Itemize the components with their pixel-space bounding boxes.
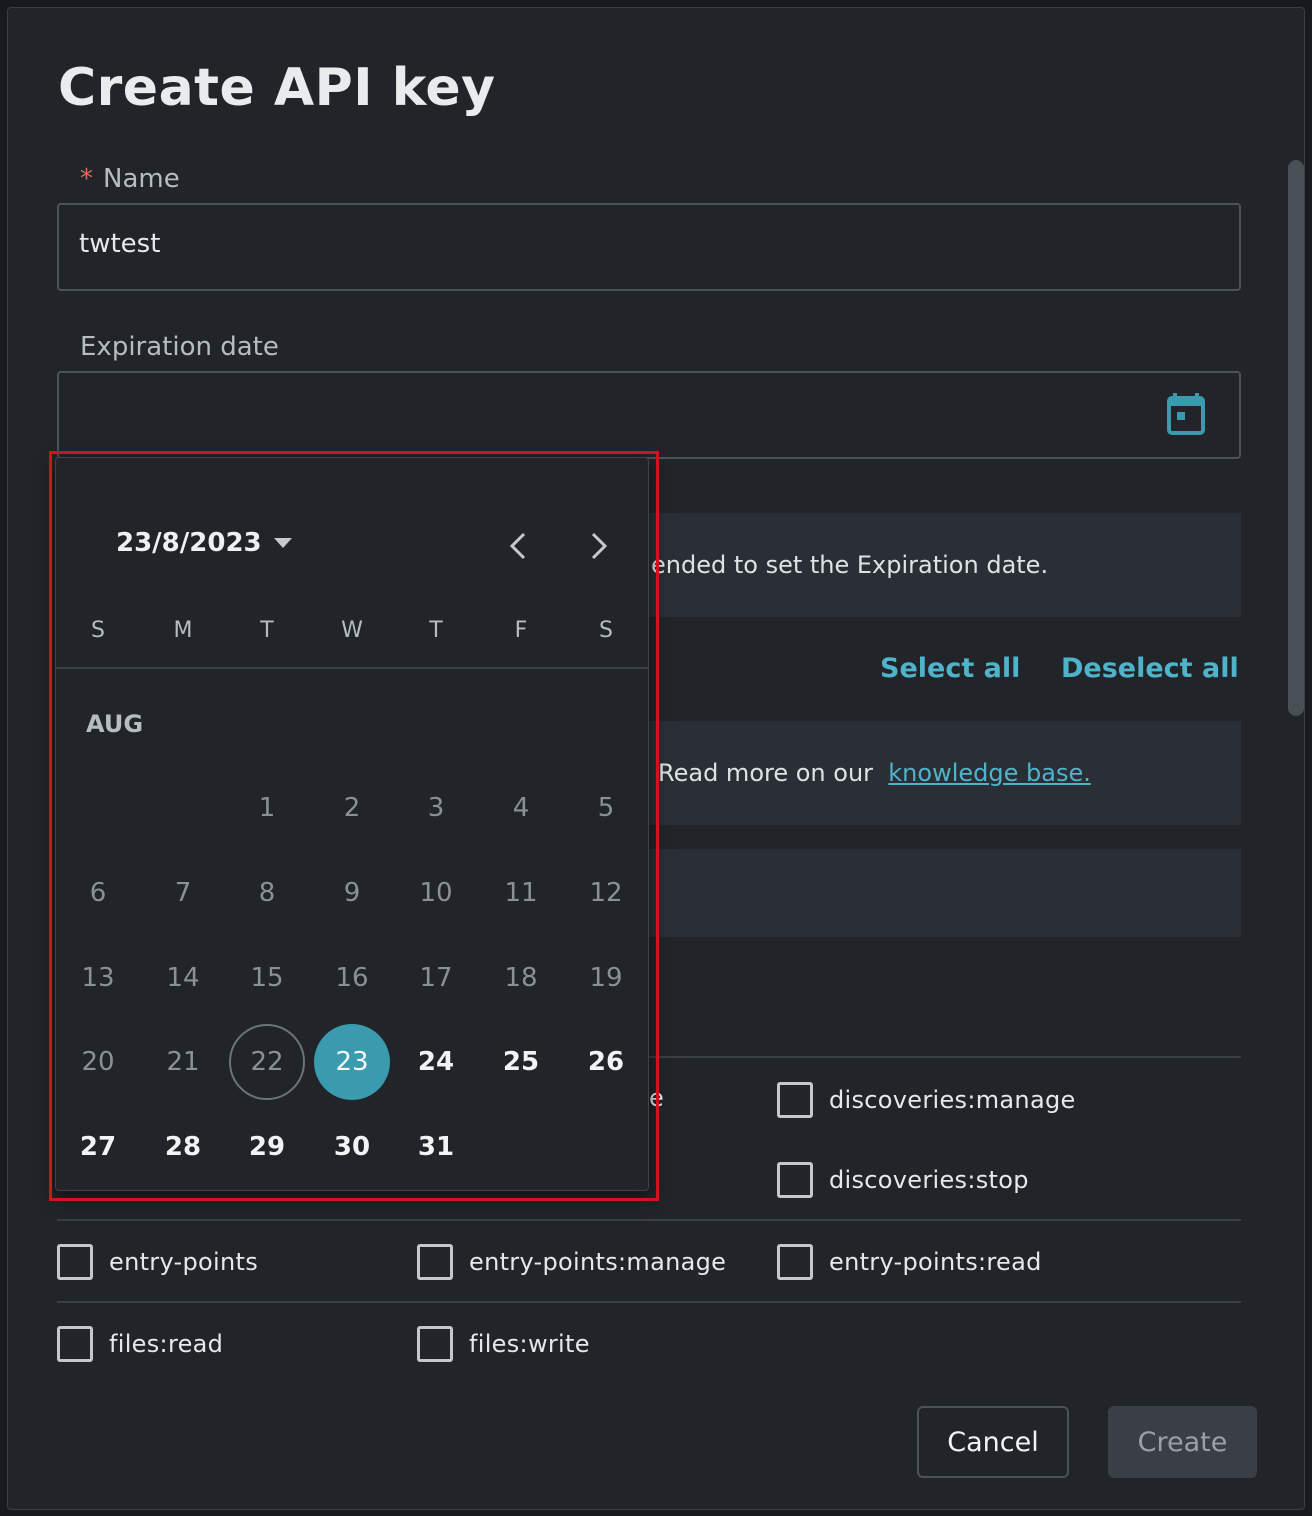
current-date[interactable]: 23/8/2023 — [116, 528, 262, 558]
day-cell[interactable]: 11 — [483, 855, 559, 931]
divider — [57, 1301, 1241, 1303]
day-cell[interactable]: 20 — [60, 1024, 136, 1100]
weekday-label: F — [514, 618, 528, 643]
permission-entry-points[interactable]: entry-points — [57, 1244, 258, 1280]
next-month-button[interactable] — [579, 528, 619, 564]
day-cell[interactable]: 29 — [229, 1109, 305, 1185]
day-cell[interactable]: 22 — [229, 1024, 305, 1100]
name-input-value: twtest — [79, 229, 161, 259]
required-mark: * — [80, 164, 93, 194]
checkbox[interactable] — [57, 1326, 93, 1362]
cancel-button[interactable]: Cancel — [917, 1406, 1069, 1478]
info-panel — [648, 849, 1241, 937]
permission-discoveries-manage[interactable]: discoveries:manage — [777, 1082, 1076, 1118]
chevron-right-icon[interactable] — [589, 530, 609, 562]
day-cell[interactable]: 1 — [229, 770, 305, 846]
month-label: AUG — [86, 710, 144, 738]
divider — [57, 1219, 1241, 1221]
permission-entry-points-manage[interactable]: entry-points:manage — [417, 1244, 726, 1280]
divider — [56, 667, 648, 669]
kb-text: Read more on our knowledge base. — [658, 759, 1091, 787]
weekday-label: T — [260, 618, 274, 643]
deselect-all-button[interactable]: Deselect all — [1061, 653, 1239, 684]
checkbox[interactable] — [777, 1244, 813, 1280]
checkbox[interactable] — [57, 1244, 93, 1280]
day-cell[interactable]: 18 — [483, 940, 559, 1016]
day-cell[interactable]: 2 — [314, 770, 390, 846]
create-button[interactable]: Create — [1108, 1406, 1257, 1478]
name-label: * Name — [80, 164, 180, 194]
expiration-notice: ended to set the Expiration date. — [648, 513, 1241, 617]
notice-text: ended to set the Expiration date. — [651, 551, 1049, 579]
weekday-label: S — [599, 618, 613, 643]
day-cell[interactable]: 4 — [483, 770, 559, 846]
knowledge-base-notice: Read more on our knowledge base. — [648, 721, 1241, 825]
chevron-left-icon[interactable] — [508, 530, 528, 562]
day-cell[interactable]: 24 — [398, 1024, 474, 1100]
day-cell[interactable]: 21 — [145, 1024, 221, 1100]
day-cell[interactable]: 15 — [229, 940, 305, 1016]
scrollbar[interactable] — [1288, 160, 1304, 716]
select-all-button[interactable]: Select all — [880, 653, 1020, 684]
day-cell[interactable]: 12 — [568, 855, 644, 931]
knowledge-base-link[interactable]: knowledge base. — [888, 759, 1091, 787]
permission-discoveries-stop[interactable]: discoveries:stop — [777, 1162, 1029, 1198]
day-cell[interactable]: 28 — [145, 1109, 221, 1185]
day-cell[interactable]: 8 — [229, 855, 305, 931]
checkbox[interactable] — [777, 1082, 813, 1118]
permission-files-write[interactable]: files:write — [417, 1326, 590, 1362]
permission-files-read[interactable]: files:read — [57, 1326, 223, 1362]
day-cell[interactable]: 26 — [568, 1024, 644, 1100]
checkbox[interactable] — [777, 1162, 813, 1198]
day-cell[interactable]: 14 — [145, 940, 221, 1016]
permission-label-partial: e — [649, 1084, 665, 1112]
day-cell[interactable]: 10 — [398, 855, 474, 931]
day-cell[interactable]: 9 — [314, 855, 390, 931]
date-picker-popup: 23/8/2023 SMTWTFS AUG 1 2 3 4 5 6 7 8 9 10 11 12 13 1… — [55, 457, 649, 1191]
day-cell[interactable]: 19 — [568, 940, 644, 1016]
day-cell[interactable]: 17 — [398, 940, 474, 1016]
checkbox[interactable] — [417, 1326, 453, 1362]
expiration-date-label: Expiration date — [80, 332, 279, 362]
previous-month-button[interactable] — [498, 528, 538, 564]
day-cell[interactable]: 27 — [60, 1109, 136, 1185]
day-cell[interactable]: 6 — [60, 855, 136, 931]
name-input[interactable]: twtest — [57, 203, 1241, 291]
checkbox[interactable] — [417, 1244, 453, 1280]
day-cell[interactable]: 30 — [314, 1109, 390, 1185]
expiration-date-input[interactable] — [57, 371, 1241, 459]
weekday-label: W — [341, 618, 363, 643]
day-cell[interactable]: 7 — [145, 855, 221, 931]
weekday-label: T — [429, 618, 443, 643]
caret-down-icon[interactable] — [273, 538, 292, 548]
day-cell[interactable]: 31 — [398, 1109, 474, 1185]
day-cell[interactable]: 25 — [483, 1024, 559, 1100]
day-cell[interactable]: 16 — [314, 940, 390, 1016]
date-picker-header[interactable]: 23/8/2023 — [116, 528, 292, 558]
weekday-label: S — [91, 618, 105, 643]
permission-entry-points-read[interactable]: entry-points:read — [777, 1244, 1042, 1280]
day-cell[interactable]: 23 — [314, 1024, 390, 1100]
weekday-label: M — [173, 618, 193, 643]
day-cell[interactable]: 5 — [568, 770, 644, 846]
day-cell[interactable]: 3 — [398, 770, 474, 846]
calendar-icon[interactable] — [1167, 393, 1205, 435]
day-cell[interactable]: 13 — [60, 940, 136, 1016]
dialog-title: Create API key — [58, 58, 496, 118]
